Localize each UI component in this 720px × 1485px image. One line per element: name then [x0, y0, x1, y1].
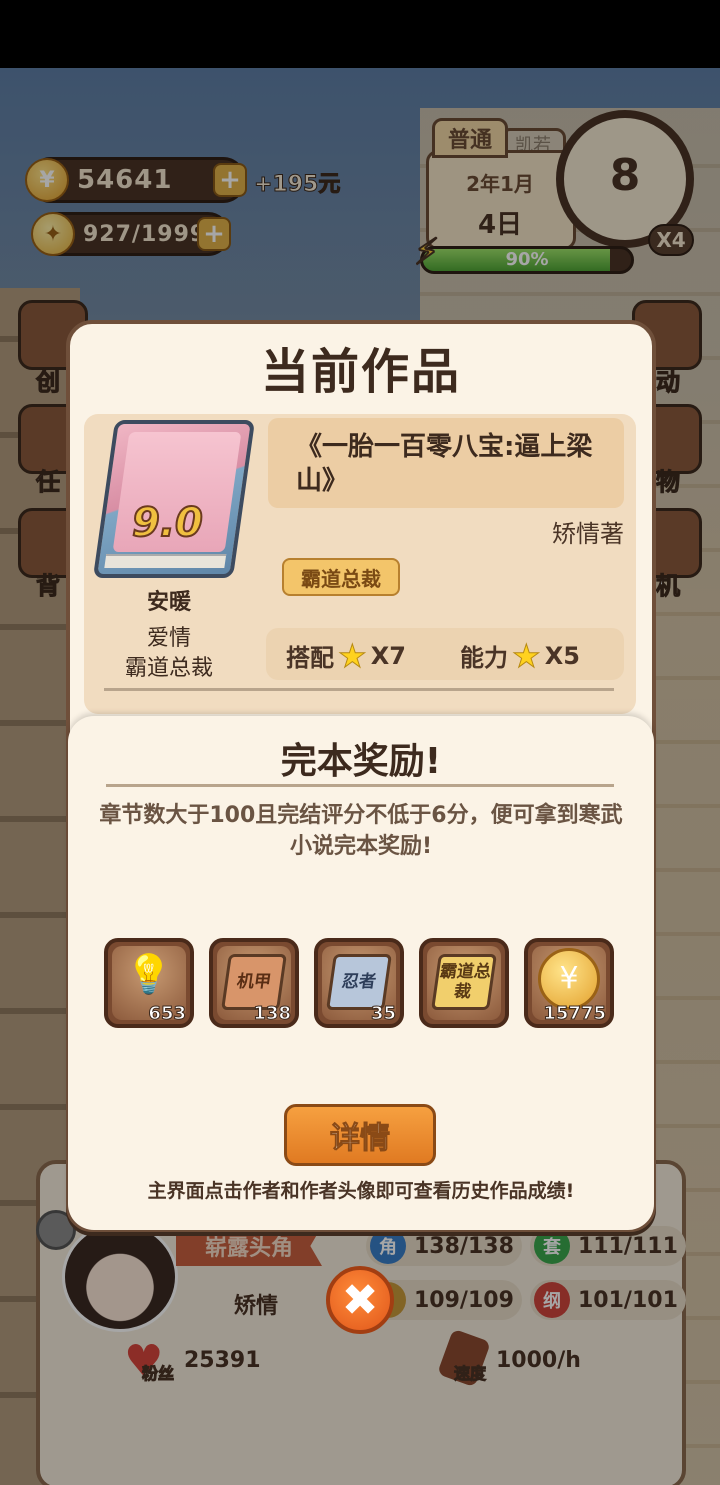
reward-item-ceo[interactable]: 霸道总裁 — [419, 938, 509, 1028]
ceo-book-icon: 霸道总裁 — [431, 954, 497, 1010]
work-title: 《一胎一百零八宝:逼上梁山》 — [268, 418, 624, 508]
work-genre-main: 爱情 — [146, 626, 191, 651]
ability-value: X5 — [544, 641, 580, 670]
work-genre-sub: 霸道总裁 — [124, 656, 213, 681]
dialog-title: 当前作品 — [260, 344, 461, 400]
reward-count: 15775 — [543, 1003, 607, 1025]
lightbulb-icon: 💡 — [125, 952, 173, 996]
reward-title: 完本奖励! — [280, 741, 442, 782]
match-skill: 搭配 ★ X7 — [286, 638, 406, 673]
book-cover — [92, 420, 256, 578]
star-icon: ★ — [338, 636, 368, 675]
work-pen-name: 矫情著 — [552, 520, 624, 548]
reward-item-ninja[interactable]: 忍者 35 — [314, 938, 404, 1028]
reward-item-coins[interactable]: ¥ 15775 — [524, 938, 614, 1028]
mecha-book-icon: 机甲 — [221, 954, 287, 1010]
reward-count: 138 — [253, 1003, 292, 1025]
reward-count: 653 — [148, 1003, 187, 1025]
divider — [106, 784, 614, 787]
reward-item-mecha[interactable]: 机甲 138 — [209, 938, 299, 1028]
close-button[interactable]: ✖ — [326, 1266, 394, 1334]
book-pages — [104, 554, 227, 568]
work-genre: 爱情 霸道总裁 — [104, 624, 234, 684]
reward-count: 35 — [370, 1003, 396, 1025]
work-tag: 霸道总裁 — [282, 558, 400, 596]
history-hint: 主界面点击作者和作者头像即可查看历史作品成绩! — [147, 1180, 575, 1202]
coin-icon: ¥ — [528, 948, 610, 1010]
reward-description: 章节数大于100且完结评分不低于6分，便可拿到寒武小说完本奖励! — [99, 803, 623, 859]
work-rating: 9.0 — [131, 499, 204, 547]
divider — [104, 688, 614, 691]
skill-bar: 搭配 ★ X7 能力 ★ X5 — [266, 628, 624, 680]
details-button[interactable]: 详情 — [284, 1104, 436, 1166]
ability-label: 能力 — [460, 644, 508, 672]
ability-skill: 能力 ★ X5 — [460, 638, 580, 673]
work-author: 安暖 — [146, 590, 191, 615]
ninja-book-icon: 忍者 — [326, 954, 392, 1010]
star-icon: ★ — [512, 636, 542, 675]
match-value: X7 — [370, 641, 406, 670]
match-label: 搭配 — [286, 644, 334, 672]
reward-item-inspiration[interactable]: 💡 653 — [104, 938, 194, 1028]
